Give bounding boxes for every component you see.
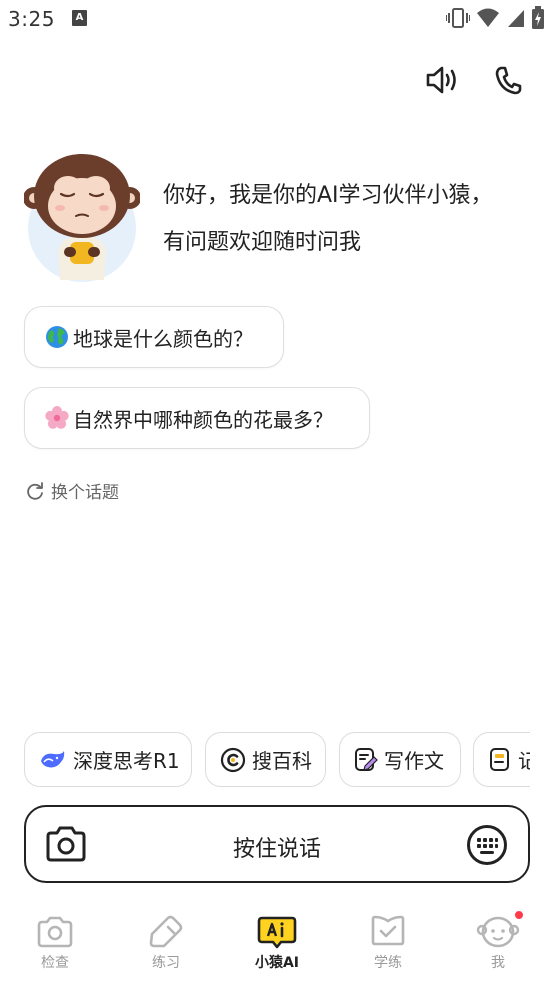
deepseek-whale-icon [41,750,65,767]
deep-think-button[interactable]: 深度思考R1 [24,732,192,787]
globe-icon [46,326,68,348]
cherry-blossom-icon [45,406,69,429]
notification-dot [513,909,525,921]
tool-label: 写作文 [384,749,444,773]
notes-button[interactable]: 记 [473,732,530,787]
speaker-button[interactable] [424,62,460,98]
wifi-icon [477,8,499,27]
suggestion-label: 地球是什么颜色的？ [73,326,253,351]
keyboard-icon [467,825,507,865]
status-bar: 3:25 A [0,0,554,38]
checkbook-icon [371,915,405,946]
greeting-text: 你好，我是你的AI学习伙伴小猿，有问题欢迎随时问我 [163,183,493,255]
notification-badge-icon: A [72,10,87,26]
suggestion-label: 自然界中哪种颜色的花最多？ [73,407,333,432]
bottom-navigation: 检查 练习 小猿AI 学练 我 [0,900,554,984]
tool-label: 记 [518,749,530,773]
voice-input-bar[interactable]: 按住说话 [24,805,530,883]
camera-icon [37,916,73,948]
phone-icon [495,66,522,95]
change-topic-button[interactable]: 换个话题 [25,478,119,503]
nav-item-check[interactable]: 检查 [15,914,95,972]
nav-label: 练习 [152,955,180,971]
ai-chat-icon [257,916,297,949]
nav-label: 检查 [41,955,69,971]
monkey-avatar [23,152,141,282]
status-time: 3:25 [8,7,55,31]
top-actions [424,62,526,98]
nav-item-practice[interactable]: 练习 [126,914,206,972]
encyclopedia-button[interactable]: 搜百科 [205,732,326,787]
vibrate-icon [446,8,470,28]
profile-face-icon [476,916,520,948]
suggestion-chip[interactable]: 自然界中哪种颜色的花最多？ [24,387,370,449]
tool-chips: 深度思考R1 搜百科 写作文 记 [24,732,530,788]
nav-label: 学练 [374,955,402,971]
signal-icon [508,10,524,27]
encyclopedia-icon [220,747,246,772]
keyboard-button[interactable] [466,824,508,866]
hold-to-talk-label: 按住说话 [232,837,321,862]
nav-label: 小猿AI [254,955,300,971]
document-icon [490,747,509,771]
monkey-mascot-icon [23,154,141,282]
writing-icon [355,747,378,771]
nav-item-study[interactable]: 学练 [348,914,428,972]
status-icons [446,6,544,30]
pencil-tag-icon [149,915,183,948]
battery-icon [532,6,544,29]
speaker-icon [426,66,456,94]
nav-item-me[interactable]: 我 [458,909,538,972]
nav-label: 我 [491,955,505,971]
write-essay-button[interactable]: 写作文 [339,732,461,787]
tool-label: 深度思考R1 [73,749,180,773]
phone-call-button[interactable] [490,62,526,98]
change-topic-label: 换个话题 [51,483,119,503]
tool-label: 搜百科 [252,749,312,773]
nav-item-ai[interactable]: 小猿AI [237,914,317,972]
suggestion-chip[interactable]: 地球是什么颜色的？ [24,306,284,368]
refresh-icon [27,481,43,500]
